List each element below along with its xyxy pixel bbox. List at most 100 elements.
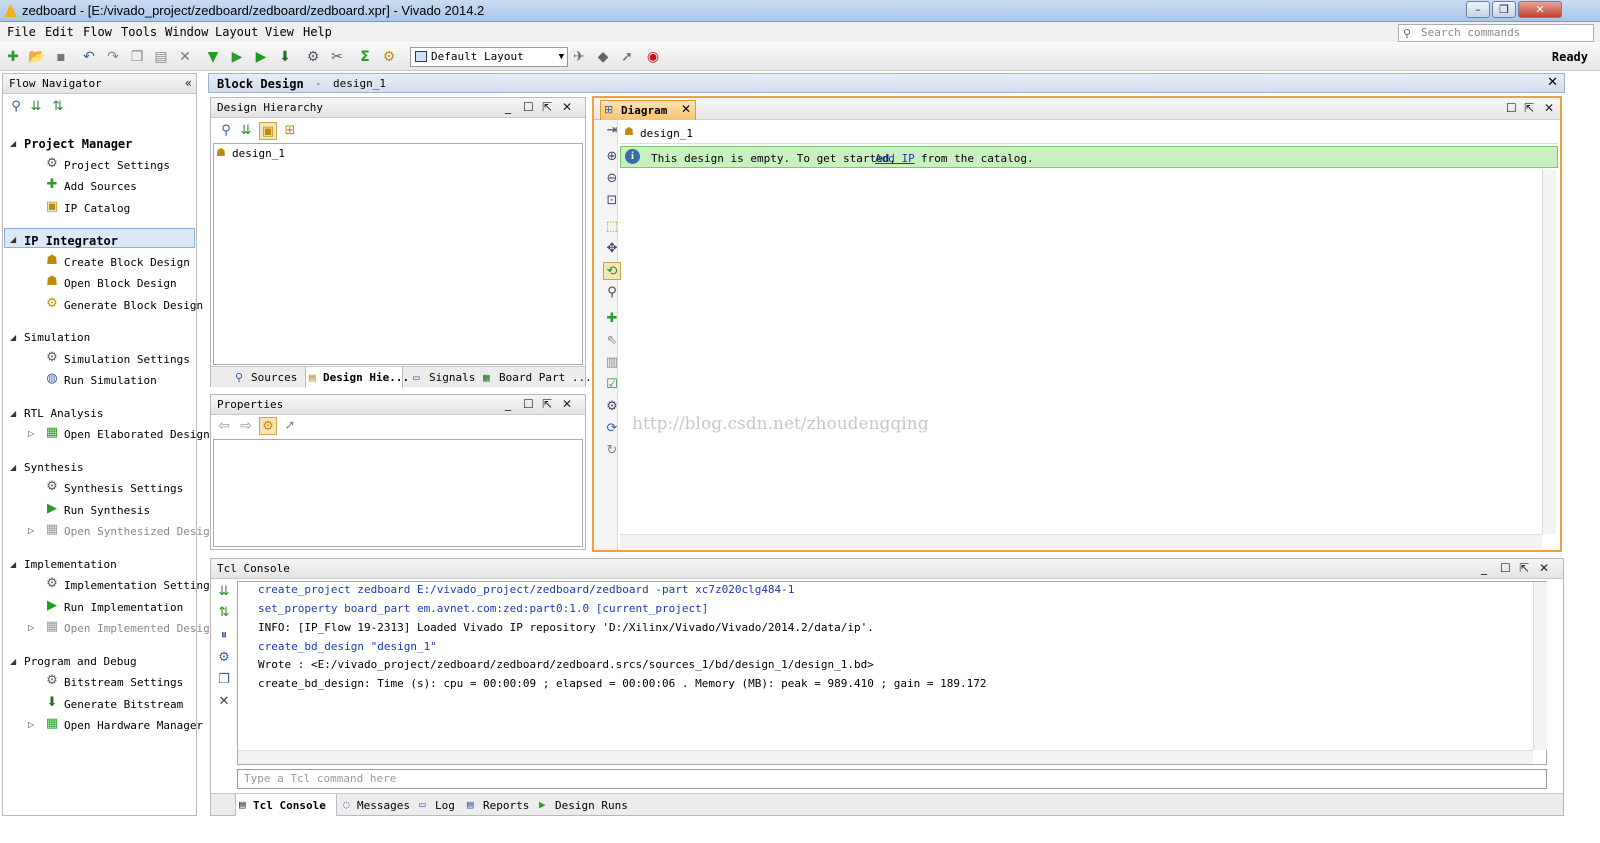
search-icon[interactable]: ⚲ <box>217 122 235 140</box>
expanded-triangle-icon[interactable]: ◢ <box>10 463 16 472</box>
tab-sources[interactable]: Sources <box>251 371 297 384</box>
collapse-all-icon[interactable]: ⇊ <box>215 583 233 601</box>
menu-help[interactable]: Help <box>303 25 332 39</box>
refresh-icon[interactable]: ↻ <box>603 442 621 460</box>
restore-icon[interactable]: ☐ <box>1500 561 1511 575</box>
nav-run-implementation[interactable]: Run Implementation <box>64 601 183 614</box>
expanded-triangle-icon[interactable]: ◢ <box>10 657 16 666</box>
run-synthesis-icon[interactable]: ▶ <box>228 48 246 66</box>
tree-view-icon[interactable]: ⊞ <box>281 122 299 140</box>
collapse-all-icon[interactable]: ⇊ <box>237 122 255 140</box>
menu-tools[interactable]: Tools <box>121 25 157 39</box>
collapsed-triangle-icon[interactable]: ▷ <box>28 429 34 438</box>
nav-add-sources[interactable]: Add Sources <box>64 180 137 193</box>
sigma-report-icon[interactable]: Σ <box>356 48 374 66</box>
copy-icon[interactable]: ❐ <box>215 671 233 689</box>
nav-open-synthesized-design[interactable]: Open Synthesized Design <box>64 525 216 538</box>
section-simulation[interactable]: Simulation <box>24 331 90 344</box>
compile-icon[interactable]: ▼ <box>204 48 222 66</box>
expand-all-icon[interactable]: ⇅ <box>215 604 233 622</box>
hierarchy-root-item[interactable]: design_1 <box>232 147 285 160</box>
fit-selection-icon[interactable]: ⇥ <box>603 122 621 140</box>
close-icon[interactable]: ✕ <box>562 397 572 411</box>
tcl-command-input[interactable]: Type a Tcl command here <box>237 769 1547 789</box>
tools-icon[interactable]: ✂ <box>328 48 346 66</box>
regenerate-layout-icon[interactable]: ⟳ <box>603 420 621 438</box>
restore-icon[interactable]: ☐ <box>523 397 534 411</box>
nav-run-synthesis[interactable]: Run Synthesis <box>64 504 150 517</box>
nav-ip-catalog[interactable]: IP Catalog <box>64 202 130 215</box>
expanded-triangle-icon[interactable]: ◢ <box>10 333 16 342</box>
expanded-triangle-icon[interactable]: ◢ <box>10 139 16 148</box>
close-block-design-icon[interactable]: ✕ <box>1547 75 1558 90</box>
nav-simulation-settings[interactable]: Simulation Settings <box>64 353 190 366</box>
select-area-icon[interactable]: ⬚ <box>603 218 621 236</box>
console-vertical-scrollbar[interactable] <box>1533 582 1547 750</box>
tab-signals[interactable]: Signals <box>429 371 475 384</box>
close-window-button[interactable]: ✕ <box>1518 1 1562 18</box>
maximize-button[interactable]: ❐ <box>1492 1 1516 18</box>
expanded-triangle-icon[interactable]: ◢ <box>10 409 16 418</box>
open-project-icon[interactable]: 📂 <box>28 48 46 66</box>
search-icon[interactable]: ⚲ <box>603 284 621 302</box>
run-implementation-icon[interactable]: ▶ <box>252 48 270 66</box>
nav-open-hardware-manager[interactable]: Open Hardware Manager <box>64 719 203 732</box>
select-pointer-icon[interactable]: ➚ <box>281 417 299 435</box>
nav-generate-block-design[interactable]: Generate Block Design <box>64 299 203 312</box>
restore-icon[interactable]: ☐ <box>523 100 534 114</box>
menu-layout[interactable]: Layout <box>215 25 258 39</box>
search-commands-input[interactable]: ⚲ Search commands <box>1398 24 1594 42</box>
section-ip-integrator[interactable]: IP Integrator <box>24 234 118 248</box>
close-icon[interactable]: ✕ <box>1539 561 1549 575</box>
diagram-canvas[interactable]: http://blog.csdn.net/zhoudengqing <box>620 170 1542 534</box>
copy-icon[interactable]: ❐ <box>128 48 146 66</box>
tab-board-part[interactable]: Board Part ... <box>499 371 592 384</box>
nav-project-settings[interactable]: Project Settings <box>64 159 170 172</box>
tab-design-hierarchy[interactable]: Design Hie... <box>323 371 409 384</box>
redo-icon[interactable]: ↷ <box>104 48 122 66</box>
settings-gear-icon[interactable]: ⚙ <box>603 398 621 416</box>
back-arrow-icon[interactable]: ⇦ <box>215 417 233 435</box>
float-icon[interactable]: ⇱ <box>542 100 552 114</box>
close-diagram-tab-icon[interactable]: ✕ <box>681 102 691 116</box>
save-icon[interactable]: ▪ <box>52 48 70 66</box>
collapsed-triangle-icon[interactable]: ▷ <box>28 623 34 632</box>
delete-icon[interactable]: ✕ <box>176 48 194 66</box>
zoom-in-icon[interactable]: ⊕ <box>603 148 621 166</box>
section-synthesis[interactable]: Synthesis <box>24 461 84 474</box>
expanded-triangle-icon[interactable]: ◢ <box>10 560 16 569</box>
hierarchy-view-icon[interactable]: ▣ <box>259 122 277 140</box>
console-horizontal-scrollbar[interactable] <box>238 750 1533 764</box>
nav-open-elaborated-design[interactable]: Open Elaborated Design <box>64 428 210 441</box>
zoom-fit-icon[interactable]: ⊡ <box>603 192 621 210</box>
nav-run-simulation[interactable]: Run Simulation <box>64 374 157 387</box>
pointer-icon[interactable]: ➚ <box>618 48 636 66</box>
expanded-triangle-icon[interactable]: ◢ <box>10 235 16 244</box>
settings-gear-icon[interactable]: ⚙ <box>304 48 322 66</box>
add-ip-link[interactable]: Add IP <box>875 152 915 165</box>
nav-synthesis-settings[interactable]: Synthesis Settings <box>64 482 183 495</box>
layout-select[interactable]: Default Layout ▼ <box>410 47 568 67</box>
nav-create-block-design[interactable]: Create Block Design <box>64 256 190 269</box>
create-port-icon[interactable]: ▥ <box>603 354 621 372</box>
run-script-icon[interactable]: ⚙ <box>215 649 233 667</box>
minimize-icon[interactable]: _ <box>505 100 511 114</box>
tab-reports[interactable]: Reports <box>483 799 529 812</box>
paste-icon[interactable]: ▤ <box>152 48 170 66</box>
menu-view[interactable]: View <box>265 25 294 39</box>
tab-diagram[interactable]: ⊞ Diagram ✕ <box>600 100 696 120</box>
nav-open-implemented-design[interactable]: Open Implemented Design <box>64 622 216 635</box>
minimize-icon[interactable]: _ <box>505 397 511 411</box>
forward-arrow-icon[interactable]: ⇨ <box>237 417 255 435</box>
zoom-out-icon[interactable]: ⊖ <box>603 170 621 188</box>
generate-bitstream-icon[interactable]: ⬇ <box>276 48 294 66</box>
minimize-icon[interactable]: _ <box>1481 561 1487 575</box>
menu-flow[interactable]: Flow <box>83 25 112 39</box>
undo-icon[interactable]: ↶ <box>80 48 98 66</box>
new-project-icon[interactable]: ✚ <box>4 48 22 66</box>
nav-bitstream-settings[interactable]: Bitstream Settings <box>64 676 183 689</box>
properties-settings-icon[interactable]: ⚙ <box>259 417 277 435</box>
section-project-manager[interactable]: Project Manager <box>24 137 132 151</box>
close-icon[interactable]: ✕ <box>562 100 572 114</box>
tab-design-runs[interactable]: Design Runs <box>555 799 628 812</box>
